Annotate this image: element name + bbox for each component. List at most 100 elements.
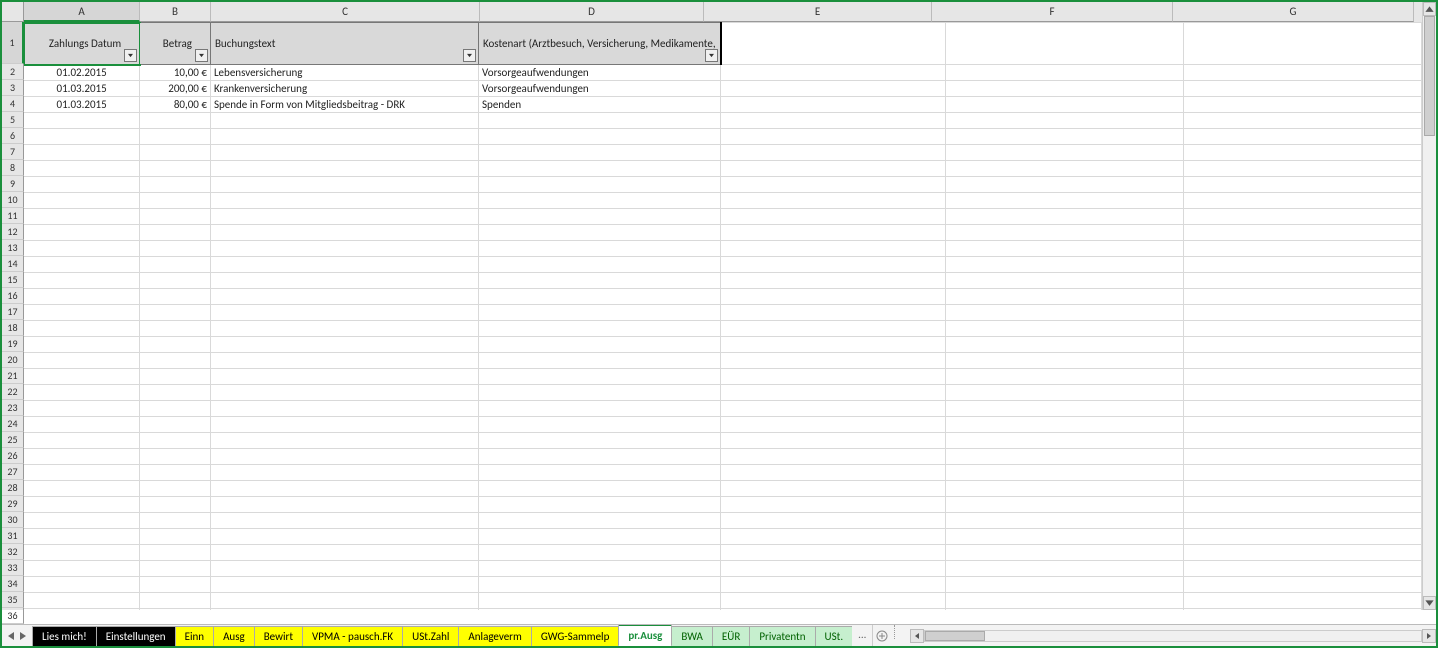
- cell-G26[interactable]: [1184, 449, 1422, 465]
- add-sheet-button[interactable]: [872, 625, 890, 646]
- cell-F35[interactable]: [946, 593, 1184, 609]
- cell-D17[interactable]: [478, 305, 720, 321]
- cell-A33[interactable]: [24, 561, 140, 577]
- cell-B18[interactable]: [140, 321, 211, 337]
- cell-C13[interactable]: [210, 241, 478, 257]
- cell-C21[interactable]: [210, 369, 478, 385]
- cell-A7[interactable]: [24, 145, 140, 161]
- cell-D34[interactable]: [478, 577, 720, 593]
- cell-B31[interactable]: [140, 529, 211, 545]
- cell-D7[interactable]: [478, 145, 720, 161]
- cell-D30[interactable]: [478, 513, 720, 529]
- sheet-tab-einstellungen[interactable]: Einstellungen: [96, 626, 176, 646]
- row-header-15[interactable]: 15: [2, 272, 24, 288]
- cell-C18[interactable]: [210, 321, 478, 337]
- hscroll-thumb[interactable]: [925, 631, 985, 641]
- cell-B5[interactable]: [140, 113, 211, 129]
- cell-F3[interactable]: [946, 81, 1184, 97]
- cell-C6[interactable]: [210, 129, 478, 145]
- row-header-33[interactable]: 33: [2, 560, 24, 576]
- sheet-tab-e-r[interactable]: EÜR: [712, 626, 750, 646]
- cell-C11[interactable]: [210, 209, 478, 225]
- vertical-scrollbar[interactable]: [1422, 2, 1436, 610]
- col-header-F[interactable]: F: [932, 2, 1173, 22]
- scroll-left-button[interactable]: [910, 629, 924, 643]
- cell-F22[interactable]: [946, 385, 1184, 401]
- cell-F32[interactable]: [946, 545, 1184, 561]
- cell-D26[interactable]: [478, 449, 720, 465]
- col-header-B[interactable]: B: [140, 2, 211, 22]
- cell-C16[interactable]: [210, 289, 478, 305]
- cell-A20[interactable]: [24, 353, 140, 369]
- cell-C4[interactable]: Spende in Form von Mitgliedsbeitrag - DR…: [210, 97, 478, 113]
- cell-B29[interactable]: [140, 497, 211, 513]
- cell-G27[interactable]: [1184, 465, 1422, 481]
- hscroll-track[interactable]: [924, 630, 1422, 642]
- cells-viewport[interactable]: Zahlungs DatumBetragBuchungstextKostenar…: [24, 22, 1422, 610]
- cell-D19[interactable]: [478, 337, 720, 353]
- row-header-32[interactable]: 32: [2, 544, 24, 560]
- cell-G3[interactable]: [1184, 81, 1422, 97]
- cell-F16[interactable]: [946, 289, 1184, 305]
- scroll-up-button[interactable]: [1423, 2, 1436, 16]
- row-header-26[interactable]: 26: [2, 448, 24, 464]
- cell-F14[interactable]: [946, 257, 1184, 273]
- cell-E14[interactable]: [721, 257, 946, 273]
- cell-C19[interactable]: [210, 337, 478, 353]
- row-header-29[interactable]: 29: [2, 496, 24, 512]
- cell-A27[interactable]: [24, 465, 140, 481]
- cell-B23[interactable]: [140, 401, 211, 417]
- cell-C3[interactable]: Krankenversicherung: [210, 81, 478, 97]
- cell-E23[interactable]: [721, 401, 946, 417]
- cell-E31[interactable]: [721, 529, 946, 545]
- row-header-30[interactable]: 30: [2, 512, 24, 528]
- cell-F36[interactable]: [946, 609, 1184, 611]
- cell-E18[interactable]: [721, 321, 946, 337]
- cell-E28[interactable]: [721, 481, 946, 497]
- cell-G25[interactable]: [1184, 433, 1422, 449]
- row-header-4[interactable]: 4: [2, 96, 24, 112]
- cell-A11[interactable]: [24, 209, 140, 225]
- cell-A19[interactable]: [24, 337, 140, 353]
- cell-B9[interactable]: [140, 177, 211, 193]
- header-cell-A[interactable]: Zahlungs Datum: [24, 23, 140, 65]
- header-cell-C[interactable]: Buchungstext: [210, 23, 478, 65]
- header-cell-D[interactable]: Kostenart (Arztbesuch, Versicherung, Med…: [478, 23, 720, 65]
- cell-G15[interactable]: [1184, 273, 1422, 289]
- cell-F30[interactable]: [946, 513, 1184, 529]
- cell-B17[interactable]: [140, 305, 211, 321]
- row-header-11[interactable]: 11: [2, 208, 24, 224]
- cell-G18[interactable]: [1184, 321, 1422, 337]
- cell-A3[interactable]: 01.03.2015: [24, 81, 140, 97]
- row-header-3[interactable]: 3: [2, 80, 24, 96]
- row-header-21[interactable]: 21: [2, 368, 24, 384]
- cell-F19[interactable]: [946, 337, 1184, 353]
- cell-D25[interactable]: [478, 433, 720, 449]
- sheet-tab-ust-zahl[interactable]: USt.Zahl: [402, 626, 459, 646]
- sheet-tab-vpma-pausch-fk[interactable]: VPMA - pausch.FK: [302, 626, 403, 646]
- sheet-tab-ust-[interactable]: USt.: [815, 626, 853, 646]
- cell-D14[interactable]: [478, 257, 720, 273]
- cell-A30[interactable]: [24, 513, 140, 529]
- cell-F15[interactable]: [946, 273, 1184, 289]
- cell-B27[interactable]: [140, 465, 211, 481]
- filter-button[interactable]: [195, 49, 208, 62]
- cell-G19[interactable]: [1184, 337, 1422, 353]
- cell-D13[interactable]: [478, 241, 720, 257]
- cell-G28[interactable]: [1184, 481, 1422, 497]
- cell-F34[interactable]: [946, 577, 1184, 593]
- sheet-tab-lies-mich-[interactable]: Lies mich!: [32, 626, 97, 646]
- cell-B14[interactable]: [140, 257, 211, 273]
- cell-G17[interactable]: [1184, 305, 1422, 321]
- row-header-35[interactable]: 35: [2, 592, 24, 608]
- cell-G30[interactable]: [1184, 513, 1422, 529]
- cell-G35[interactable]: [1184, 593, 1422, 609]
- cell-F24[interactable]: [946, 417, 1184, 433]
- cell-G5[interactable]: [1184, 113, 1422, 129]
- cell-E33[interactable]: [721, 561, 946, 577]
- cell-F8[interactable]: [946, 161, 1184, 177]
- cell-G24[interactable]: [1184, 417, 1422, 433]
- cell-C32[interactable]: [210, 545, 478, 561]
- cell-D21[interactable]: [478, 369, 720, 385]
- cell-B19[interactable]: [140, 337, 211, 353]
